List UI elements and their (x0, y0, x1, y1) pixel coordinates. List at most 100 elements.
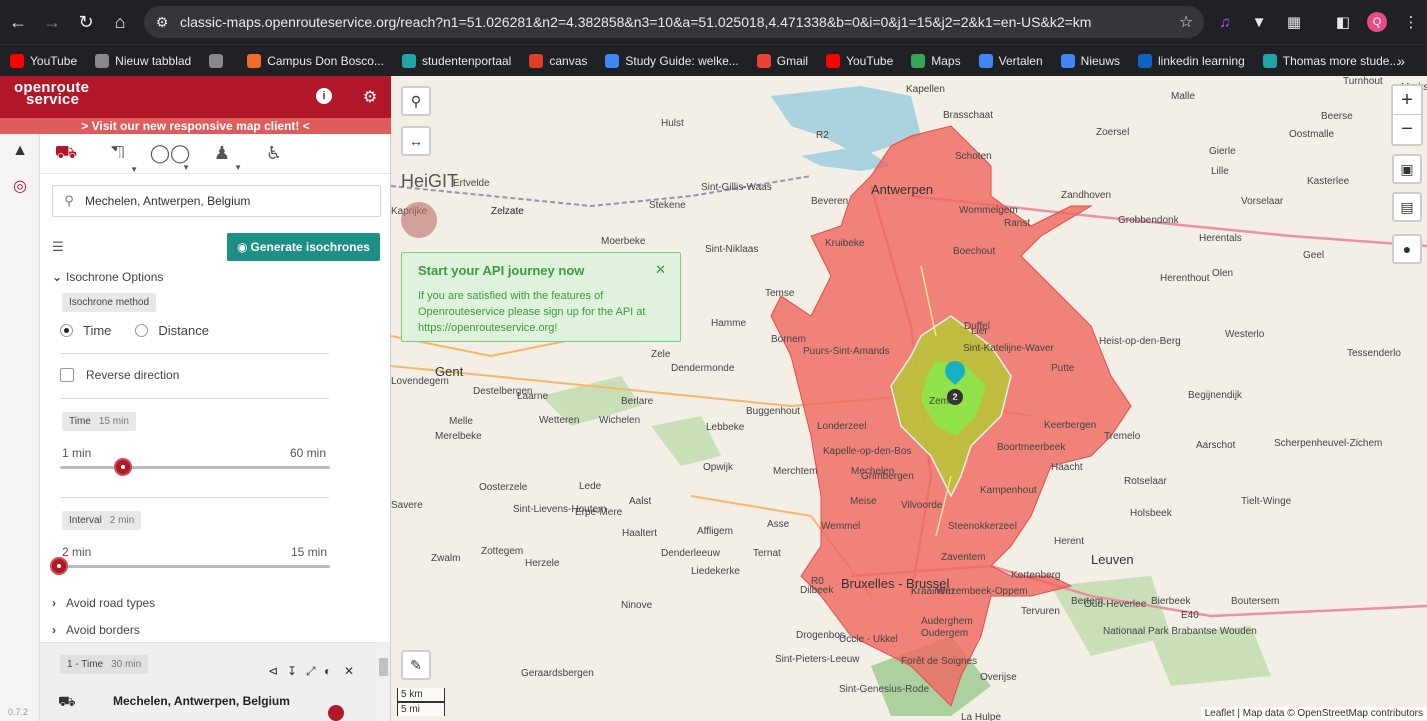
forward-icon[interactable]: → (36, 6, 68, 38)
popup-message: If you are satisfied with the features o… (418, 290, 646, 334)
bookmark-item[interactable]: Study Guide: welke... (605, 53, 739, 68)
info-icon[interactable]: i (316, 88, 332, 104)
fullscreen-icon[interactable]: ▣ (1392, 154, 1422, 184)
avoid-road-types-label: Avoid road types (66, 596, 156, 610)
popup-title: Start your API journey now (418, 263, 585, 278)
interval-tag-value: 2 min (109, 515, 135, 526)
map-place-label: Lovendegem (391, 376, 449, 387)
openrouteservice-logo[interactable]: openroute service (14, 80, 89, 107)
heigit-logo[interactable]: HeiGIT (401, 171, 458, 192)
walk-mode-icon[interactable]: ♟ ▼ (196, 143, 248, 172)
time-slider-track[interactable] (60, 466, 330, 469)
bike-mode-icon[interactable]: ◯◯ ▼ (144, 143, 196, 172)
map-view[interactable]: 2 Antwerpen Bruxelles - Brussel Leuven Gent… (391, 76, 1427, 721)
map-place-label: Liedekerke (691, 566, 740, 577)
extensions-puzzle-icon[interactable]: ▦ (1283, 11, 1305, 33)
reload-icon[interactable]: ↻ (70, 6, 102, 38)
zoom-out-button[interactable]: − (1393, 115, 1421, 144)
route-icon[interactable]: ▲ (10, 142, 30, 162)
popup-close-icon[interactable]: ✕ (655, 262, 666, 278)
map-place-label: Malle (1171, 91, 1195, 102)
bookmark-item[interactable]: Vertalen (978, 53, 1043, 68)
map-place-label: Savere (391, 500, 423, 511)
interval-slider-handle[interactable] (50, 557, 68, 575)
bookmark-item[interactable]: studentenportaal (401, 53, 512, 68)
reverse-direction-checkbox[interactable] (60, 368, 74, 382)
interval-slider-track[interactable] (60, 565, 330, 568)
isochrone-result-card: 1 - Time 30 min ⊲ ↧ ⤢ ◐ ✕ ⛟ Mechelen, Ant… (40, 642, 376, 721)
bookmark-item[interactable]: Campus Don Bosco... (247, 53, 384, 68)
measure-distance-icon[interactable]: ↔ (401, 126, 431, 156)
side-panel-icon[interactable]: ◧ (1332, 11, 1354, 33)
home-icon[interactable]: ⌂ (104, 6, 136, 38)
expand-icon[interactable]: ⤢ (306, 664, 316, 679)
bookmark-item[interactable]: Nieuw tabblad (95, 53, 191, 68)
settings-gear-icon[interactable]: ⚙ (360, 87, 380, 107)
scale-km: 5 km (397, 688, 445, 702)
location-marker[interactable]: 2 (940, 356, 970, 405)
map-place-label: Ertvelde (453, 178, 490, 189)
download-icon[interactable]: ↧ (287, 664, 297, 678)
draw-pencil-icon[interactable]: ✎ (401, 650, 431, 680)
wheelchair-mode-icon[interactable]: ♿ (248, 143, 300, 164)
bookmark-item[interactable]: Maps (911, 53, 961, 68)
reverse-direction-row[interactable]: Reverse direction (60, 368, 179, 382)
isochrone-icon[interactable]: ◎ (10, 176, 30, 196)
location-search-input[interactable]: ⚲ Mechelen, Antwerpen, Belgium (52, 185, 381, 217)
time-slider-handle[interactable] (113, 458, 132, 476)
close-icon[interactable]: ✕ (344, 664, 354, 678)
site-info-icon[interactable]: ⚙ (144, 14, 180, 31)
bookmark-item[interactable]: Nieuws (1060, 53, 1120, 68)
time-radio[interactable] (60, 324, 73, 337)
map-place-label: Zele (651, 349, 671, 360)
bookmark-item[interactable]: YouTube (10, 53, 77, 68)
reverse-direction-label[interactable]: Reverse direction (86, 368, 179, 382)
vpn-extension-icon[interactable]: ▼ (1248, 11, 1270, 33)
share-icon[interactable]: ⊲ (268, 664, 278, 678)
profile-avatar[interactable]: Q (1367, 12, 1387, 32)
generate-isochrones-button[interactable]: ◉ Generate isochrones (227, 233, 380, 261)
bookmark-label: studentenportaal (421, 53, 512, 68)
url-text[interactable]: classic-maps.openrouteservice.org/reach?… (180, 14, 1168, 30)
distance-radio[interactable] (135, 324, 149, 337)
bookmarks-overflow-icon[interactable]: » (1397, 53, 1405, 69)
hgv-mode-icon[interactable]: ⛠ ▼ (92, 142, 144, 174)
bookmark-item[interactable]: linkedin learning (1138, 53, 1245, 68)
new-client-banner[interactable]: > Visit our new responsive map client! < (0, 118, 391, 134)
map-place-label: Rotselaar (1124, 476, 1167, 487)
bookmark-star-icon[interactable]: ☆ (1168, 12, 1204, 32)
canvas-icon (529, 53, 544, 68)
distance-radio-label[interactable]: Distance (158, 323, 209, 338)
bookmark-item[interactable]: canvas (529, 53, 587, 68)
isochrone-options-toggle[interactable]: ⌄ Isochrone Options (52, 270, 163, 284)
bookmark-item[interactable]: YouTube (826, 53, 893, 68)
bookmark-item[interactable] (209, 53, 229, 68)
layers-map-icon[interactable]: ▤ (1392, 192, 1422, 222)
panel-scrollbar[interactable] (376, 642, 390, 721)
toggle-visibility-icon[interactable]: ◐ (324, 664, 331, 678)
map-place-label: E40 (1181, 610, 1199, 621)
time-radio-label[interactable]: Time (83, 323, 111, 338)
browser-menu-icon[interactable]: ⋮ (1400, 11, 1422, 33)
docs-icon (605, 53, 620, 68)
map-place-label: Aarschot (1196, 440, 1236, 451)
options-sliders-icon[interactable]: ☰ (52, 239, 64, 255)
bookmark-item[interactable]: Thomas more stude... (1262, 53, 1399, 68)
map-attribution[interactable]: Leaflet | Map data © OpenStreetMap contr… (1200, 707, 1427, 720)
zoom-in-button[interactable]: + (1393, 86, 1421, 115)
avoid-road-types-toggle[interactable]: › Avoid road types (52, 596, 155, 610)
car-mode-icon[interactable]: ⛟ (40, 142, 92, 166)
map-place-label: R0 (811, 576, 824, 587)
avoid-borders-toggle[interactable]: › Avoid borders (52, 623, 140, 637)
address-bar[interactable]: ⚙ classic-maps.openrouteservice.org/reac… (144, 6, 1204, 38)
target-icon: ◉ (237, 240, 248, 254)
method-tag-label: Isochrone method (69, 297, 150, 308)
scrollbar-thumb[interactable] (379, 658, 388, 676)
map-place-label: Keerbergen (1044, 420, 1097, 431)
search-value[interactable]: Mechelen, Antwerpen, Belgium (85, 194, 250, 208)
bookmark-item[interactable]: Gmail (756, 53, 808, 68)
locate-pin-icon[interactable]: ● (1392, 234, 1422, 264)
extension-icon[interactable]: ♫ (1214, 11, 1236, 33)
back-icon[interactable]: ← (2, 6, 34, 38)
place-marker-icon[interactable]: ⚲ (401, 86, 431, 116)
